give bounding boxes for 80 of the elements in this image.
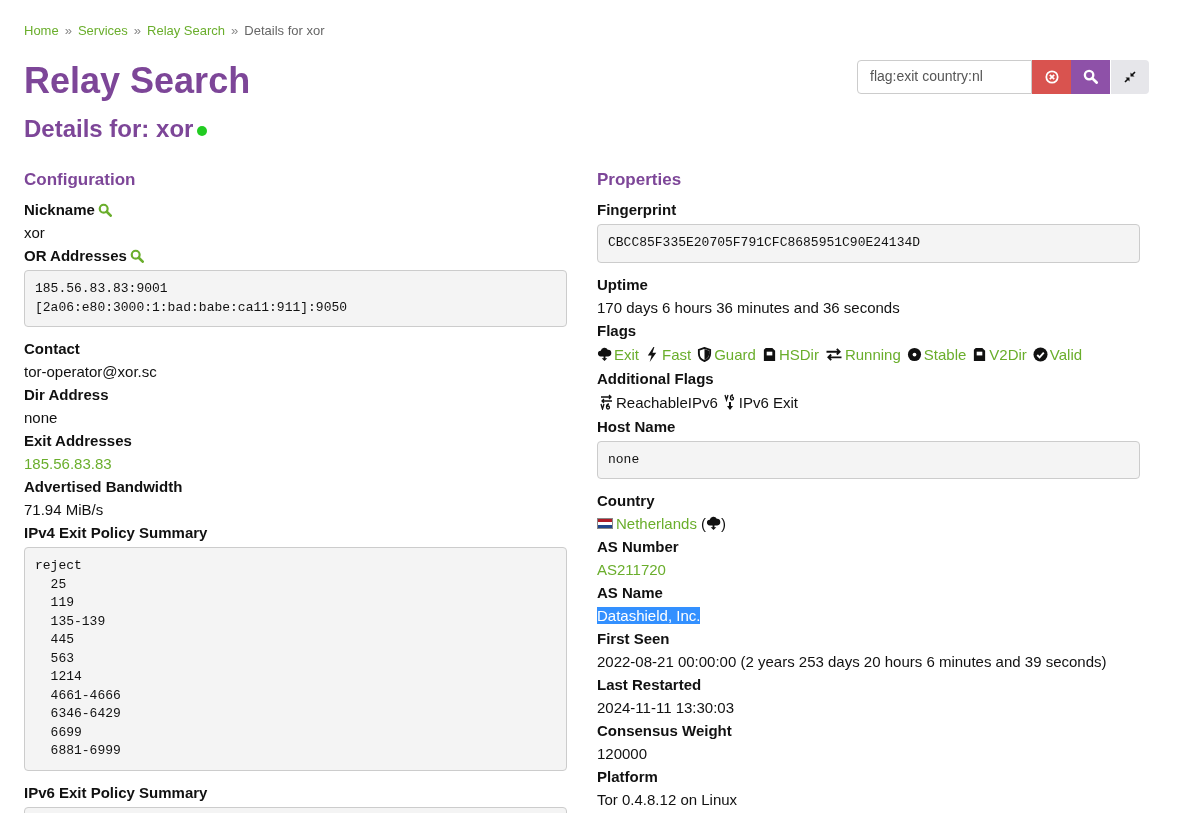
field-label: Country <box>597 491 655 511</box>
country-flag-icon <box>597 518 613 529</box>
shield-icon <box>697 346 713 362</box>
search-icon[interactable] <box>97 202 112 217</box>
field-value: Tor 0.4.8.12 on Linux <box>597 791 738 808</box>
exchange-arrows-icon <box>824 346 843 362</box>
field-value: 170 days 6 hours 36 minutes and 36 seconds <box>597 298 900 316</box>
check-circle-icon <box>1032 346 1048 362</box>
flag-link[interactable]: HSDir <box>778 342 819 366</box>
code-block: CBCC85F335E20705F791CFC8685951C90E24134D <box>597 224 1140 263</box>
field-link[interactable]: AS211720 <box>597 561 666 578</box>
search-field[interactable]: flag:exit country:nl <box>857 59 1032 94</box>
code-block: none <box>597 440 1140 479</box>
compress-arrows-icon <box>1124 70 1136 83</box>
field-label: Nickname <box>24 200 95 220</box>
search-button[interactable] <box>1071 59 1110 94</box>
flag-link[interactable]: V2Dir <box>989 342 1027 366</box>
sd-card-icon <box>761 346 777 362</box>
breadcrumb-separator: » <box>64 22 72 40</box>
flag-link[interactable]: Stable <box>923 342 967 366</box>
country-link[interactable]: Netherlands <box>616 512 697 535</box>
flag-label: ReachableIPv6 <box>616 392 718 413</box>
breadcrumb-link[interactable]: Home <box>24 21 59 41</box>
field-value: tor-operator@xor.sc <box>24 363 157 380</box>
field-label: Contact <box>24 339 80 359</box>
code-block: 185.56.83.83:9001 [2a06:e80:3000:1:bad:babe:ca11:911]:9050 <box>24 270 567 327</box>
field-label: Consensus Weight <box>597 721 732 741</box>
field-link[interactable]: 185.56.83.83 <box>24 455 112 472</box>
field-label: Exit Addresses <box>24 431 132 451</box>
field-label: Flags <box>597 320 637 341</box>
flag-link[interactable]: Fast <box>662 342 692 366</box>
field-label: First Seen <box>597 629 670 649</box>
clear-button[interactable] <box>1032 59 1071 94</box>
flag-link[interactable]: Valid <box>1049 342 1083 366</box>
arrows-v6-icon <box>600 394 613 410</box>
flag-link[interactable]: Guard <box>714 342 756 366</box>
search-icon[interactable] <box>129 248 144 263</box>
section-heading: Configuration <box>24 168 137 191</box>
flag-link[interactable]: Running <box>844 342 901 366</box>
code-block: reject 25 119 135-139 445 563 1214 4661-4666 6346-6429 6699 6881-6999 <box>24 547 567 771</box>
field-value: xor <box>24 224 45 241</box>
field-label: Host Name <box>597 416 676 437</box>
details-heading: Details for: xor <box>24 113 194 144</box>
field-label: AS Name <box>597 583 663 603</box>
sd-card-icon <box>972 346 988 362</box>
field-label: Fingerprint <box>597 200 677 220</box>
field-label: Additional Flags <box>597 368 714 389</box>
clear-icon <box>1044 69 1059 84</box>
breadcrumb-separator: » <box>231 22 239 40</box>
field-label: AS Number <box>597 537 679 557</box>
collapse-button[interactable] <box>1111 59 1149 94</box>
breadcrumb-separator: » <box>133 22 141 40</box>
field-label: Platform <box>597 767 658 787</box>
field-label: OR Addresses <box>24 246 127 266</box>
flag-link[interactable]: Exit <box>614 342 639 366</box>
field-value: 2024-11-11 13:30:03 <box>597 699 735 716</box>
section-heading: Properties <box>597 168 683 191</box>
paren: ) <box>720 514 726 534</box>
cloud-download-icon <box>705 516 721 531</box>
v6-down-arrow-icon <box>723 394 736 410</box>
flag-label: IPv6 Exit <box>738 392 798 413</box>
field-label: Dir Address <box>24 385 109 405</box>
page-title: Relay Search <box>24 58 251 103</box>
field-label: IPv6 Exit Policy Summary <box>24 782 208 803</box>
breadcrumb-current: Details for xor <box>244 22 325 40</box>
field-value: 71.94 MiB/s <box>24 501 104 518</box>
breadcrumb-link[interactable]: Relay Search <box>147 21 226 41</box>
cloud-download-icon <box>597 346 612 362</box>
field-label: Last Restarted <box>597 675 702 695</box>
field-label: Advertised Bandwidth <box>24 477 183 497</box>
field-label: IPv4 Exit Policy Summary <box>24 523 208 543</box>
search-icon <box>1083 69 1098 84</box>
field-value: Datashield, Inc. <box>597 607 701 624</box>
field-value: 2022-08-21 00:00:00 (2 years 253 days 20 hours 6 minutes and 39 seconds) <box>597 653 1107 670</box>
field-value: none <box>24 409 58 426</box>
disc-icon <box>906 346 922 362</box>
field-value: 120000 <box>597 745 648 762</box>
breadcrumb-link[interactable]: Services <box>77 21 128 41</box>
field-label: Uptime <box>597 274 648 295</box>
paren: ( <box>700 514 706 534</box>
